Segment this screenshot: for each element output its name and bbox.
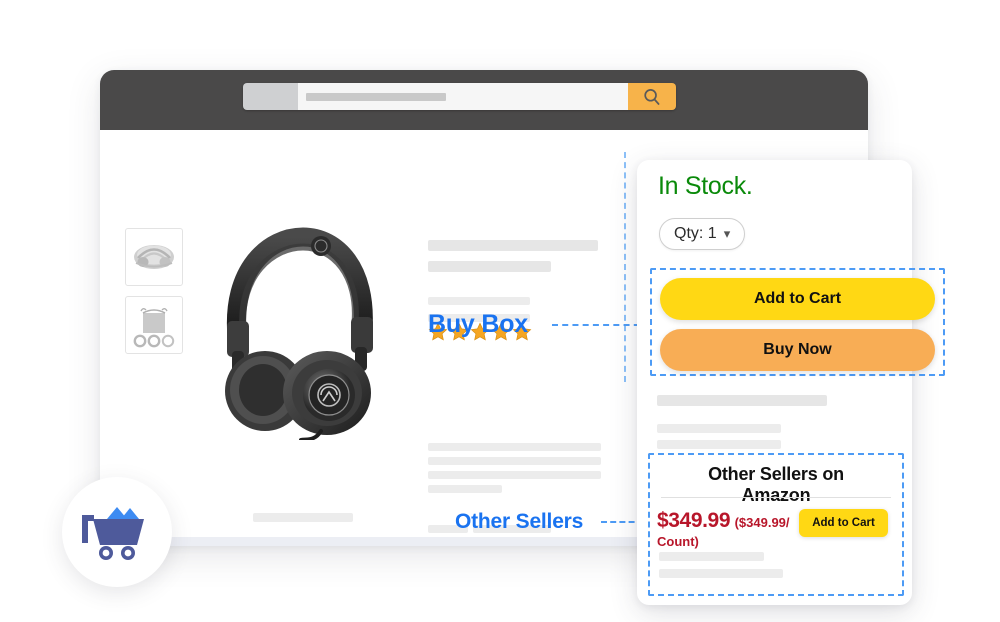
other-sellers-divider (661, 497, 891, 498)
description-skeleton-line (428, 485, 502, 493)
other-sellers-price: $349.99 ($349.99/ Count) (657, 509, 792, 550)
chevron-down-icon: ▾ (723, 226, 731, 241)
buy-box-leader-line (552, 324, 650, 326)
subtitle-skeleton-line (428, 261, 551, 272)
buy-box-guide-line (624, 152, 626, 382)
brand-logo-badge (62, 477, 172, 587)
description-skeleton-line (428, 443, 601, 451)
pouch-and-cables-icon (133, 308, 175, 348)
other-sellers-add-to-cart-button[interactable]: Add to Cart (799, 509, 888, 537)
headphones-folded-thumbnail[interactable] (125, 228, 183, 286)
description-skeleton-line (428, 457, 601, 465)
over-ear-headphones-photo[interactable] (203, 225, 393, 440)
other-sellers-annotation-label: Other Sellers (455, 510, 584, 533)
meta-skeleton-line (428, 297, 530, 305)
search-placeholder-bar (306, 92, 446, 101)
search-input[interactable] (298, 83, 628, 110)
card-skeleton-line (657, 440, 781, 449)
headphones-folded-icon (134, 245, 174, 269)
search-icon (644, 88, 660, 105)
quantity-label: Qty: 1 (674, 225, 717, 242)
pouch-and-cables-thumbnail[interactable] (125, 296, 183, 354)
search-department-dropdown[interactable] (243, 83, 298, 110)
description-skeleton-line (428, 471, 601, 479)
add-to-cart-button[interactable]: Add to Cart (660, 278, 935, 320)
screenshot-root: Buy Box Other Sellers In Stock. Qty: 1 ▾… (0, 0, 1000, 622)
buy-box-annotation-label: Buy Box (428, 310, 529, 338)
availability-status: In Stock. (658, 172, 753, 200)
search-button[interactable] (628, 83, 676, 110)
title-skeleton-line (428, 240, 598, 251)
mining-cart-logo (82, 507, 144, 560)
buy-now-button[interactable]: Buy Now (660, 329, 935, 371)
gallery-caption-skeleton (253, 513, 353, 522)
browser-header-bar (100, 70, 868, 130)
price-amount: $349.99 (657, 509, 731, 532)
site-search-bar[interactable] (243, 83, 676, 110)
card-skeleton-line (657, 424, 781, 433)
other-sellers-title: Other Sellers on Amazon (708, 464, 844, 505)
quantity-selector[interactable]: Qty: 1 ▾ (659, 218, 746, 250)
card-skeleton-line (657, 395, 827, 406)
